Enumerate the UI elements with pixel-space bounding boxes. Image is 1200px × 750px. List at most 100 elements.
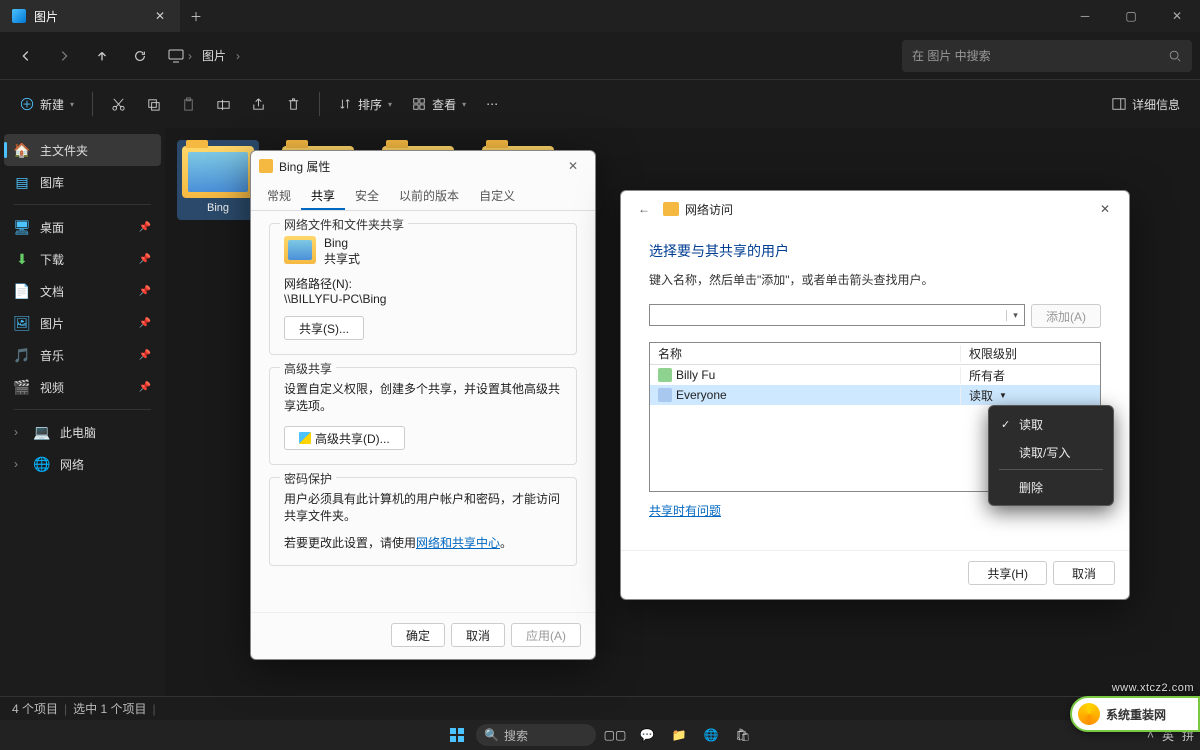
advanced-share-button[interactable]: 高级共享(D)... <box>284 426 405 450</box>
copy-button[interactable] <box>138 88 169 120</box>
menu-readwrite[interactable]: 读取/写入 <box>993 438 1109 466</box>
back-icon[interactable]: ← <box>631 196 657 222</box>
forward-button[interactable] <box>46 38 82 74</box>
close-window-button[interactable]: ✕ <box>1154 0 1200 32</box>
more-button[interactable]: ⋯ <box>478 88 506 120</box>
details-pane-button[interactable]: 详细信息 <box>1104 88 1188 120</box>
menu-remove[interactable]: 删除 <box>993 473 1109 501</box>
table-row[interactable]: Billy Fu 所有者 <box>650 365 1100 385</box>
sidebar: 🏠主文件夹 ▤图库 🖥桌面📌 ⬇下载📌 📄文档📌 🖼图片📌 🎵音乐📌 🎬视频📌 … <box>0 128 165 718</box>
watermark-url: www.xtcz2.com <box>1112 682 1194 694</box>
shield-icon <box>299 432 311 444</box>
close-icon[interactable]: ✕ <box>559 155 587 177</box>
watermark-logo-icon <box>1078 703 1100 725</box>
selection-count: 选中 1 个项目 <box>73 700 146 717</box>
taskbar-search[interactable]: 🔍搜索 <box>476 724 596 746</box>
taskbar: 🔍搜索 ▢▢ 💬 📁 🌐 🛍 ˄ 英 拼 <box>0 720 1200 750</box>
network-center-link[interactable]: 网络和共享中心 <box>416 536 500 550</box>
pc-icon: 💻 <box>34 424 50 440</box>
tab-customize[interactable]: 自定义 <box>469 181 525 210</box>
share-button[interactable] <box>243 88 274 120</box>
menu-read[interactable]: 读取 <box>993 410 1109 438</box>
add-button[interactable]: 添加(A) <box>1031 304 1101 328</box>
cut-button[interactable] <box>103 88 134 120</box>
close-icon[interactable]: ✕ <box>1091 198 1119 220</box>
delete-button[interactable] <box>278 88 309 120</box>
taskbar-edge[interactable]: 🌐 <box>698 722 724 748</box>
share-name: Bing <box>324 236 360 250</box>
new-tab-button[interactable]: ＋ <box>180 0 212 32</box>
pin-icon: 📌 <box>139 254 151 265</box>
tab-general[interactable]: 常规 <box>257 181 301 210</box>
sort-button[interactable]: 排序▾ <box>330 88 400 120</box>
search-icon <box>1168 49 1182 63</box>
share-state: 共享式 <box>324 250 360 267</box>
nav-bar: › 图片 › 在 图片 中搜索 <box>0 32 1200 80</box>
home-icon: 🏠 <box>14 142 30 158</box>
share-confirm-button[interactable]: 共享(H) <box>968 561 1047 585</box>
path-segment[interactable]: 图片 <box>196 45 232 66</box>
sidebar-network[interactable]: ›🌐网络 <box>4 448 161 480</box>
document-icon: 📄 <box>14 283 30 299</box>
folder-item[interactable]: Bing <box>177 140 259 220</box>
chevron-right-icon: › <box>14 457 24 471</box>
music-icon: 🎵 <box>14 347 30 363</box>
chevron-right-icon: › <box>14 425 24 439</box>
view-button[interactable]: 查看▾ <box>404 88 474 120</box>
start-button[interactable] <box>444 722 470 748</box>
tab-previous-versions[interactable]: 以前的版本 <box>389 181 469 210</box>
pin-icon: 📌 <box>139 222 151 233</box>
titlebar: 图片 ✕ ＋ ─ ▢ ✕ <box>0 0 1200 32</box>
dialog-breadcrumb: 网络访问 <box>685 201 733 218</box>
cancel-button[interactable]: 取消 <box>451 623 505 647</box>
tab-security[interactable]: 安全 <box>345 181 389 210</box>
help-link[interactable]: 共享时有问题 <box>649 504 721 518</box>
new-button[interactable]: 新建 ▾ <box>12 88 82 120</box>
paste-button[interactable] <box>173 88 204 120</box>
ok-button[interactable]: 确定 <box>391 623 445 647</box>
sidebar-gallery[interactable]: ▤图库 <box>4 166 161 198</box>
pin-icon: 📌 <box>139 382 151 393</box>
task-view-button[interactable]: ▢▢ <box>602 722 628 748</box>
close-tab-icon[interactable]: ✕ <box>152 8 168 24</box>
back-button[interactable] <box>8 38 44 74</box>
sidebar-videos[interactable]: 🎬视频📌 <box>4 371 161 403</box>
tab-share[interactable]: 共享 <box>301 181 345 210</box>
share-cancel-button[interactable]: 取消 <box>1053 561 1115 585</box>
rename-button[interactable] <box>208 88 239 120</box>
chevron-down-icon[interactable]: ▾ <box>1006 310 1024 321</box>
taskbar-explorer[interactable]: 📁 <box>666 722 692 748</box>
sidebar-pictures[interactable]: 🖼图片📌 <box>4 307 161 339</box>
sidebar-desktop[interactable]: 🖥桌面📌 <box>4 211 161 243</box>
user-combo[interactable]: ▾ <box>649 304 1025 326</box>
sidebar-music[interactable]: 🎵音乐📌 <box>4 339 161 371</box>
maximize-button[interactable]: ▢ <box>1108 0 1154 32</box>
apply-button[interactable]: 应用(A) <box>511 623 581 647</box>
sidebar-documents[interactable]: 📄文档📌 <box>4 275 161 307</box>
search-icon: 🔍 <box>484 728 499 742</box>
sidebar-thispc[interactable]: ›💻此电脑 <box>4 416 161 448</box>
refresh-button[interactable] <box>122 38 158 74</box>
desktop-icon: 🖥 <box>14 219 30 235</box>
minimize-button[interactable]: ─ <box>1062 0 1108 32</box>
advanced-share-group: 高级共享 设置自定义权限，创建多个共享，并设置其他高级共享选项。 高级共享(D)… <box>269 367 577 465</box>
taskbar-store[interactable]: 🛍 <box>730 722 756 748</box>
col-perm-header[interactable]: 权限级别 <box>960 345 1100 362</box>
gallery-icon: ▤ <box>14 174 30 190</box>
table-row[interactable]: Everyone 读取▼ <box>650 385 1100 405</box>
share-button[interactable]: 共享(S)... <box>284 316 364 340</box>
monitor-icon <box>168 48 184 64</box>
share-subtext: 键入名称，然后单击"添加"，或者单击箭头查找用户。 <box>649 271 1101 288</box>
sidebar-home[interactable]: 🏠主文件夹 <box>4 134 161 166</box>
folder-icon <box>284 236 316 264</box>
col-name-header[interactable]: 名称 <box>650 345 960 362</box>
window-tab[interactable]: 图片 ✕ <box>0 0 180 32</box>
sidebar-downloads[interactable]: ⬇下载📌 <box>4 243 161 275</box>
search-input[interactable]: 在 图片 中搜索 <box>902 40 1192 72</box>
up-button[interactable] <box>84 38 120 74</box>
taskbar-app[interactable]: 💬 <box>634 722 660 748</box>
dialog-titlebar[interactable]: Bing 属性 ✕ <box>251 151 595 181</box>
chevron-down-icon[interactable]: ▼ <box>999 391 1007 400</box>
address-bar[interactable]: › 图片 › <box>160 45 900 66</box>
watermark-badge: 系统重装网 <box>1070 696 1200 732</box>
